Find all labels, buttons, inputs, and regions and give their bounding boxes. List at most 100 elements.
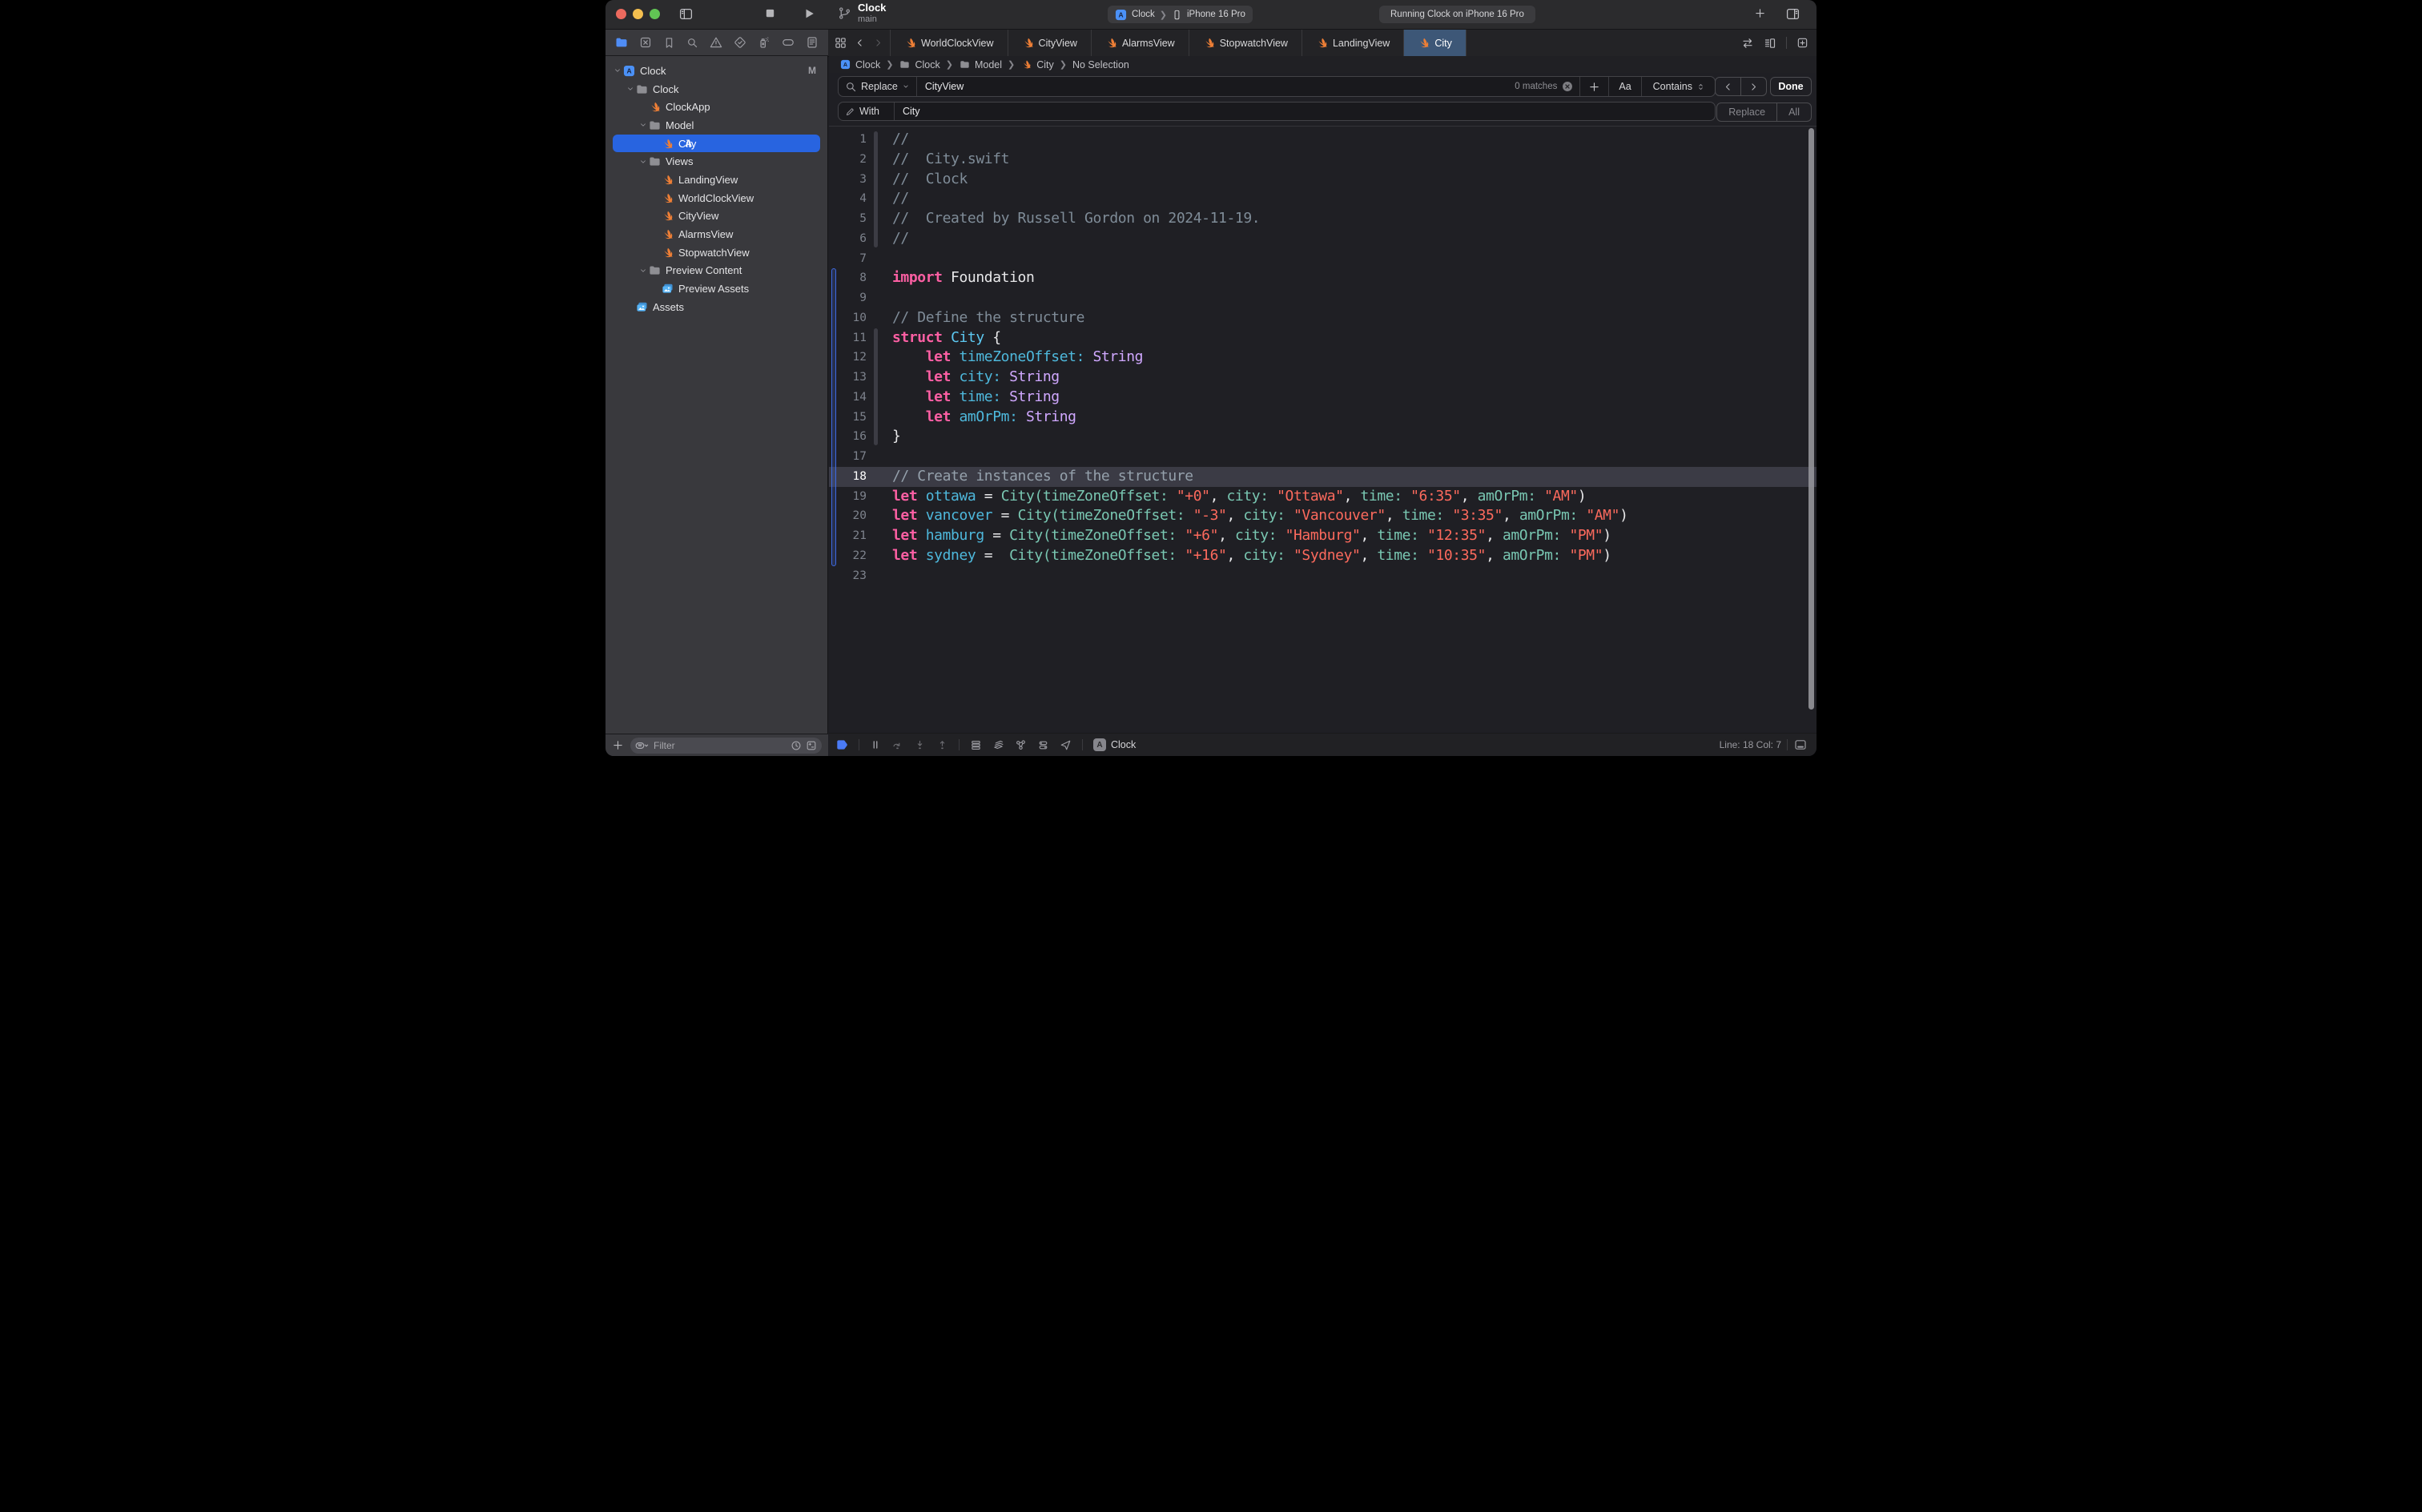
code-line-14[interactable]: 14 let time: String bbox=[829, 388, 1816, 408]
match-type-dropdown[interactable]: Contains bbox=[1642, 81, 1708, 92]
find-input[interactable]: CityView bbox=[917, 81, 1515, 92]
sidebar-item-stopwatchview[interactable]: StopwatchView bbox=[606, 243, 827, 262]
breadcrumb-item-clock[interactable]: AClock bbox=[839, 58, 880, 70]
scheme-selector[interactable]: A Clock ❯ iPhone 16 Pro bbox=[1108, 6, 1253, 23]
debug-view-hierarchy-button-icon[interactable] bbox=[992, 739, 1004, 751]
toggle-right-sidebar-icon[interactable] bbox=[1786, 7, 1800, 21]
related-items-icon[interactable] bbox=[835, 37, 847, 49]
step-out-button-icon[interactable] bbox=[936, 739, 948, 751]
breadcrumb-item-clock[interactable]: Clock bbox=[899, 58, 939, 70]
fold-ribbon[interactable] bbox=[874, 131, 878, 247]
code-line-22[interactable]: 22let sydney = City(timeZoneOffset: "+16… bbox=[829, 546, 1816, 566]
code-line-16[interactable]: 16} bbox=[829, 427, 1816, 447]
recent-files-clock-icon[interactable] bbox=[791, 740, 802, 751]
breadcrumb-item-model[interactable]: Model bbox=[959, 58, 1002, 70]
sidebar-item-clock[interactable]: AClockM bbox=[606, 62, 827, 80]
sidebar-item-worldclockview[interactable]: WorldClockView bbox=[606, 189, 827, 207]
find-previous-button[interactable] bbox=[1716, 78, 1740, 95]
code-line-6[interactable]: 6// bbox=[829, 229, 1816, 249]
replace-button[interactable]: Replace bbox=[1717, 103, 1776, 121]
find-field[interactable]: Replace CityView 0 matches Aa Contains bbox=[838, 76, 1716, 97]
sidebar-item-views[interactable]: Views bbox=[606, 152, 827, 171]
debug-navigator-icon[interactable] bbox=[758, 36, 770, 49]
reports-navigator-icon[interactable] bbox=[806, 36, 819, 49]
add-pattern-icon[interactable] bbox=[1588, 81, 1600, 93]
replace-all-button[interactable]: All bbox=[1776, 103, 1811, 121]
replace-field[interactable]: With City bbox=[838, 102, 1716, 121]
code-line-23[interactable]: 23 bbox=[829, 566, 1816, 586]
add-editor-icon[interactable] bbox=[1796, 37, 1808, 49]
source-control-status-icon[interactable] bbox=[806, 740, 817, 751]
code-line-4[interactable]: 4// bbox=[829, 189, 1816, 209]
memory-graph-button-icon[interactable] bbox=[1015, 739, 1027, 751]
run-button[interactable] bbox=[803, 7, 815, 20]
sidebar-item-landingview[interactable]: LandingView bbox=[606, 171, 827, 189]
toggle-debug-area-icon[interactable] bbox=[1794, 738, 1807, 751]
stop-button[interactable] bbox=[764, 7, 776, 19]
library-plus-icon[interactable] bbox=[1754, 7, 1766, 19]
code-line-7[interactable]: 7 bbox=[829, 249, 1816, 269]
close-button[interactable] bbox=[616, 9, 626, 19]
back-icon[interactable] bbox=[855, 38, 865, 48]
tab-alarmsview[interactable]: AlarmsView bbox=[1092, 30, 1189, 56]
simulate-location-button-icon[interactable] bbox=[1060, 739, 1072, 751]
forward-icon[interactable] bbox=[873, 38, 883, 48]
environment-overrides-button-icon[interactable] bbox=[1037, 739, 1049, 751]
sidebar-item-alarmsview[interactable]: AlarmsView bbox=[606, 225, 827, 243]
step-over-button-icon[interactable] bbox=[891, 739, 903, 751]
sidebar-item-preview-content[interactable]: Preview Content bbox=[606, 262, 827, 280]
step-into-button-icon[interactable] bbox=[914, 739, 926, 751]
project-navigator-icon[interactable] bbox=[615, 36, 628, 49]
find-mode-dropdown[interactable]: Replace bbox=[861, 81, 898, 92]
clear-search-icon[interactable] bbox=[1562, 81, 1573, 92]
tab-worldclockview[interactable]: WorldClockView bbox=[891, 30, 1008, 56]
done-button[interactable]: Done bbox=[1770, 77, 1812, 96]
code-line-13[interactable]: 13 let city: String bbox=[829, 368, 1816, 388]
tab-landingview[interactable]: LandingView bbox=[1302, 30, 1404, 56]
filter-field[interactable]: Filter bbox=[630, 738, 822, 754]
disclosure-chevron-icon[interactable] bbox=[638, 121, 649, 129]
source-editor[interactable]: 1//2// City.swift3// Clock4//5// Created… bbox=[829, 127, 1816, 734]
sidebar-item-city[interactable]: CityA bbox=[606, 135, 827, 153]
disclosure-chevron-icon[interactable] bbox=[625, 85, 636, 93]
pause-button-icon[interactable] bbox=[870, 739, 881, 750]
code-line-15[interactable]: 15 let amOrPm: String bbox=[829, 408, 1816, 428]
add-file-icon[interactable] bbox=[612, 739, 624, 751]
code-line-11[interactable]: 11struct City { bbox=[829, 328, 1816, 348]
code-line-12[interactable]: 12 let timeZoneOffset: String bbox=[829, 348, 1816, 368]
code-review-icon[interactable] bbox=[1741, 37, 1754, 50]
code-line-9[interactable]: 9 bbox=[829, 288, 1816, 308]
code-line-1[interactable]: 1// bbox=[829, 130, 1816, 150]
code-line-17[interactable]: 17 bbox=[829, 447, 1816, 467]
tests-navigator-icon[interactable] bbox=[734, 36, 746, 49]
code-line-10[interactable]: 10// Define the structure bbox=[829, 308, 1816, 328]
sidebar-item-clockapp[interactable]: ClockApp bbox=[606, 98, 827, 116]
breadcrumb-item-city[interactable]: City bbox=[1020, 58, 1054, 70]
disclosure-chevron-icon[interactable] bbox=[612, 66, 623, 74]
disclosure-chevron-icon[interactable] bbox=[638, 267, 649, 275]
code-line-18[interactable]: 18// Create instances of the structure bbox=[829, 467, 1816, 487]
sidebar-item-model[interactable]: Model bbox=[606, 116, 827, 135]
code-line-2[interactable]: 2// City.swift bbox=[829, 150, 1816, 170]
view-hierarchy-button-icon[interactable] bbox=[970, 739, 982, 751]
minimize-button[interactable] bbox=[633, 9, 643, 19]
breakpoints-navigator-icon[interactable] bbox=[782, 36, 795, 49]
zoom-button[interactable] bbox=[650, 9, 660, 19]
sidebar-item-clock[interactable]: Clock bbox=[606, 80, 827, 99]
sidebar-item-preview-assets[interactable]: Preview Assets bbox=[606, 279, 827, 298]
toggle-left-sidebar-icon[interactable] bbox=[679, 7, 693, 21]
tab-stopwatchview[interactable]: StopwatchView bbox=[1189, 30, 1302, 56]
code-line-5[interactable]: 5// Created by Russell Gordon on 2024-11… bbox=[829, 209, 1816, 229]
bookmarks-navigator-icon[interactable] bbox=[663, 37, 675, 49]
minimap-icon[interactable] bbox=[1764, 37, 1776, 50]
changes-navigator-icon[interactable] bbox=[639, 36, 652, 49]
code-line-8[interactable]: 8import Foundation bbox=[829, 268, 1816, 288]
activity-status[interactable]: Running Clock on iPhone 16 Pro bbox=[1379, 6, 1535, 23]
sidebar-item-assets[interactable]: Assets bbox=[606, 298, 827, 316]
find-navigator-icon[interactable] bbox=[686, 37, 698, 49]
scrollbar-thumb[interactable] bbox=[1808, 128, 1814, 710]
find-next-button[interactable] bbox=[1740, 78, 1766, 95]
issues-navigator-icon[interactable] bbox=[710, 36, 722, 49]
fold-ribbon[interactable] bbox=[874, 328, 878, 445]
tab-city[interactable]: City bbox=[1404, 30, 1466, 56]
